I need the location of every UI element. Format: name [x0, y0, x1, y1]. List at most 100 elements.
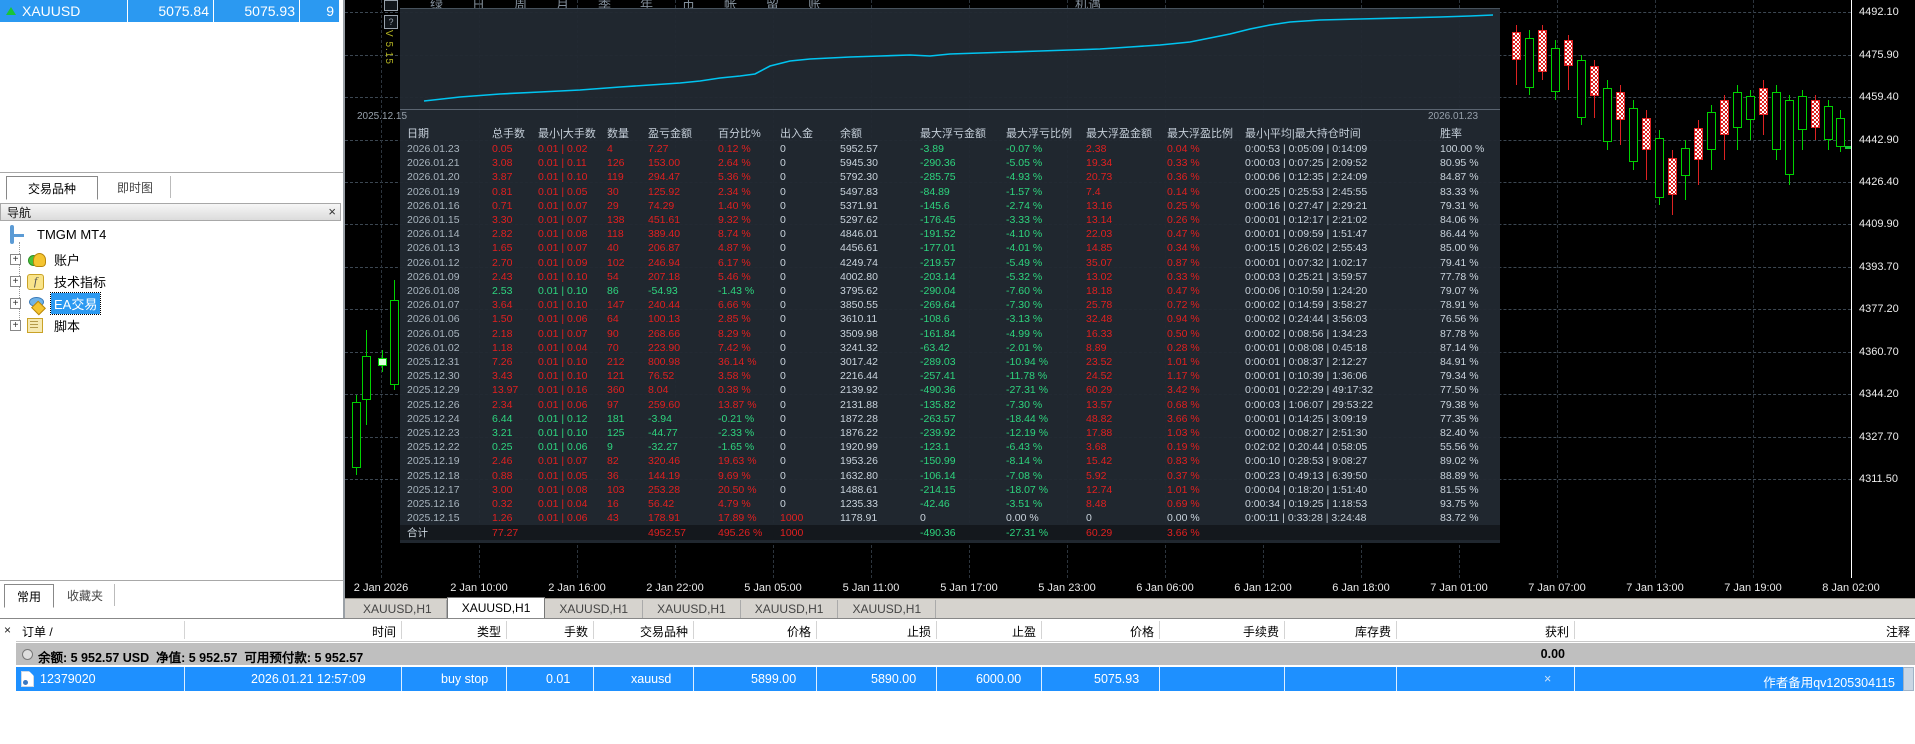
terminal-column-header[interactable]: 手数 [564, 623, 588, 640]
candle-body [378, 358, 387, 366]
terminal-column-header[interactable]: 交易品种 [640, 623, 688, 640]
report-cell: -269.64 [920, 299, 956, 312]
candle-body [1694, 128, 1703, 160]
candle-body [1746, 96, 1755, 120]
chart-tab[interactable]: XAUUSD,H1 [643, 600, 741, 618]
report-cell: 23.52 [1086, 356, 1113, 368]
report-cell: 2.70 [492, 256, 513, 269]
report-cell: 0:00:03 | 0:25:21 | 3:59:57 [1245, 270, 1368, 283]
report-cell: 0 [1086, 512, 1092, 525]
terminal-column-header[interactable]: 库存费 [1355, 623, 1391, 640]
report-cell: -150.99 [920, 455, 956, 468]
close-order-icon[interactable]: × [1544, 672, 1551, 686]
sidebar-item-item0[interactable]: + 账户 [10, 249, 83, 270]
report-cell: 2.46 [492, 455, 513, 468]
report-cell: 3.64 [492, 299, 513, 312]
tab-symbols[interactable]: 交易品种 [6, 176, 98, 200]
candle-body [1733, 92, 1742, 128]
report-cell: 1488.61 [840, 483, 878, 496]
chart-tab[interactable]: XAUUSD,H1 [741, 600, 839, 618]
panel-help-icon[interactable]: ? [384, 15, 398, 29]
report-cell: 0.00 % [1167, 512, 1200, 525]
report-cell: 0:00:25 | 0:25:53 | 2:45:55 [1245, 185, 1368, 198]
price-axis[interactable]: 4492.10 4475.90 4459.40 4442.90 4426.40 4409.… [1851, 0, 1915, 578]
report-cell: 2026.01.09 [407, 270, 460, 283]
report-cell: 83.72 % [1440, 512, 1479, 525]
tree-expand-icon[interactable]: + [10, 254, 21, 265]
terminal-column-header[interactable]: 手续费 [1243, 623, 1279, 640]
report-cell: 4846.01 [840, 228, 878, 241]
terminal-close-icon[interactable]: × [4, 623, 11, 637]
chart-area[interactable]: 绿日周月季年币帐留账机遇 ? V 5.15 2025.12.15 2026.01… [345, 0, 1851, 578]
report-cell: 2.64 % [718, 157, 751, 170]
chart-tab[interactable]: XAUUSD,H1 [838, 600, 937, 618]
report-cell: 2026.01.14 [407, 228, 460, 241]
time-axis[interactable]: 2 Jan 2026 2 Jan 10:00 2 Jan 16:00 2 Jan 22… [345, 578, 1915, 598]
sidebar-item-item1[interactable]: + f 技术指标 [10, 271, 109, 292]
balance-row[interactable]: 余额: 5 952.57 USD 净值: 5 952.57 可用预付款: 5 9… [16, 643, 1915, 665]
chart-tab[interactable]: XAUUSD,H1 [446, 597, 546, 618]
navigator-close-icon[interactable]: × [328, 204, 336, 219]
report-cell: 0:00:01 | 0:12:17 | 2:21:02 [1245, 214, 1368, 226]
navigator-header: 导航 × [0, 203, 341, 221]
market-watch-row[interactable]: XAUUSD 5075.84 5075.93 9 [0, 0, 339, 22]
report-cell: 90 [607, 327, 619, 340]
sidebar-item-item3[interactable]: + 脚本 [10, 315, 83, 336]
sidebar-bottom-tabs: 常用 收藏夹 [0, 580, 343, 608]
terminal-column-header[interactable]: 止盈 [1012, 623, 1036, 640]
report-cell: -4.93 % [1006, 171, 1043, 184]
report-cell: 24.52 [1086, 370, 1113, 383]
report-cell: 2.34 % [718, 185, 751, 198]
report-cell: -239.92 [920, 427, 956, 439]
report-cell: 2026.01.20 [407, 171, 460, 184]
tab-favorites[interactable]: 收藏夹 [56, 584, 115, 606]
report-cell: 3.00 [492, 483, 513, 496]
report-cell: 3.87 [492, 171, 513, 184]
terminal-column-header[interactable]: 订单 / [22, 623, 53, 640]
panel-chart-icon[interactable] [384, 0, 398, 11]
tab-tick-chart[interactable]: 即时图 [100, 176, 171, 198]
report-cell: 88.89 % [1440, 469, 1479, 482]
terminal-column-header[interactable]: 注释 [1886, 623, 1910, 640]
report-cell: 1.26 [492, 512, 513, 525]
terminal-column-header[interactable]: 价格 [787, 623, 811, 640]
terminal-column-header[interactable]: 时间 [372, 623, 396, 640]
report-cell: 0.01 | 0.08 [538, 483, 588, 496]
sidebar-item-experts[interactable]: + EA交易 [10, 292, 102, 315]
chart-tab[interactable]: XAUUSD,H1 [349, 600, 447, 618]
price-up-icon [6, 7, 16, 15]
report-cell: 30 [607, 185, 619, 198]
report-start-date: 2025.12.15 [357, 111, 408, 122]
report-cell: 0 [780, 199, 786, 212]
report-cell: 268.66 [648, 327, 681, 340]
candle-body [1785, 100, 1794, 175]
terminal-header-row[interactable]: 订单 / 时间 类型 手数 交易品种 价格 止损 止盈 价格 手续费 库存费 获利 注释 [16, 619, 1915, 642]
report-total-cell: 3.66 % [1167, 526, 1200, 539]
candle-body [1707, 112, 1716, 150]
terminal-column-header[interactable]: 类型 [477, 623, 501, 640]
backtest-report-panel: 2025.12.15 2026.01.23 日期 总手数 最小|大手数 数量 盈亏金额 百… [357, 8, 1500, 543]
report-cell: 87.14 % [1440, 341, 1479, 354]
tree-expand-icon[interactable]: + [10, 298, 21, 309]
report-cell: 0.01 | 0.10 [538, 285, 588, 297]
chart-tab[interactable]: XAUUSD,H1 [545, 600, 644, 618]
candle-body [1590, 66, 1599, 96]
report-cell: 0 [780, 157, 786, 170]
report-cell: 3.68 [1086, 441, 1107, 454]
report-cell: 3610.11 [840, 313, 878, 326]
terminal-column-header[interactable]: 获利 [1545, 623, 1569, 640]
tree-root-tmgm[interactable]: TMGM MT4 [10, 224, 109, 244]
tree-expand-icon[interactable]: + [10, 320, 21, 331]
tree-expand-icon[interactable]: + [10, 276, 21, 287]
terminal-scrollbar[interactable] [1903, 667, 1914, 691]
report-cell: 0.47 % [1167, 228, 1200, 241]
report-cell: 0.01 | 0.02 [538, 143, 588, 155]
report-header-cell: 最小|大手数 [538, 128, 596, 140]
report-cell: 126 [607, 157, 625, 170]
order-row[interactable]: 12379020 2026.01.21 12:57:09 buy stop 0.… [16, 667, 1903, 691]
report-total-cell: -490.36 [920, 526, 956, 539]
terminal-column-header[interactable]: 价格 [1130, 623, 1154, 640]
tab-common[interactable]: 常用 [4, 584, 54, 608]
report-cell: -176.45 [920, 214, 956, 226]
terminal-column-header[interactable]: 止损 [907, 623, 931, 640]
